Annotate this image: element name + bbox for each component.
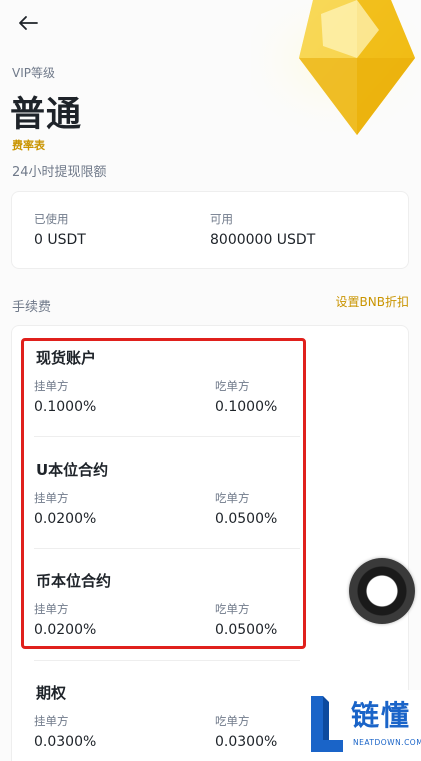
fee-section-options: 期权 挂单方 0.0300% 吃单方 0.0300% — [24, 682, 300, 750]
section-divider — [34, 660, 300, 661]
used-label: 已使用 — [34, 212, 69, 226]
available-value: 8000000 USDT — [210, 232, 316, 248]
watermark-sub: NEATDOWN.COM — [353, 738, 421, 747]
watermark: 链懂 NEATDOWN.COM — [305, 690, 421, 761]
vip-level: 普通 — [10, 95, 83, 135]
vip-label: VIP等级 — [12, 66, 55, 80]
withdraw-limit-card: 已使用 0 USDT 可用 8000000 USDT — [11, 191, 409, 269]
arrow-left-icon — [19, 16, 38, 30]
taker-column: 吃单方 0.0300% — [215, 713, 277, 750]
section-name: 期权 — [36, 684, 67, 702]
available-label: 可用 — [210, 212, 233, 226]
watermark-text: 链懂 — [351, 699, 412, 732]
floating-assistive-button[interactable] — [349, 558, 415, 624]
watermark-logo-icon — [311, 696, 343, 752]
maker-value: 0.0300% — [34, 734, 97, 750]
fee-table-link[interactable]: 费率表 — [12, 137, 45, 153]
back-button[interactable] — [14, 10, 42, 36]
used-value: 0 USDT — [34, 232, 86, 248]
fees-title: 手续费 — [12, 300, 52, 315]
bnb-discount-link[interactable]: 设置BNB折扣 — [336, 293, 409, 310]
withdraw-limit-title: 24小时提现限额 — [12, 165, 107, 180]
maker-column: 挂单方 0.0300% — [34, 713, 96, 750]
taker-value: 0.0300% — [215, 734, 278, 750]
taker-label: 吃单方 — [215, 714, 250, 728]
maker-label: 挂单方 — [34, 714, 69, 728]
diamond-badge-icon — [251, 0, 421, 135]
highlight-box — [21, 338, 306, 649]
used-column: 已使用 0 USDT — [34, 211, 86, 248]
available-column: 可用 8000000 USDT — [210, 211, 315, 248]
